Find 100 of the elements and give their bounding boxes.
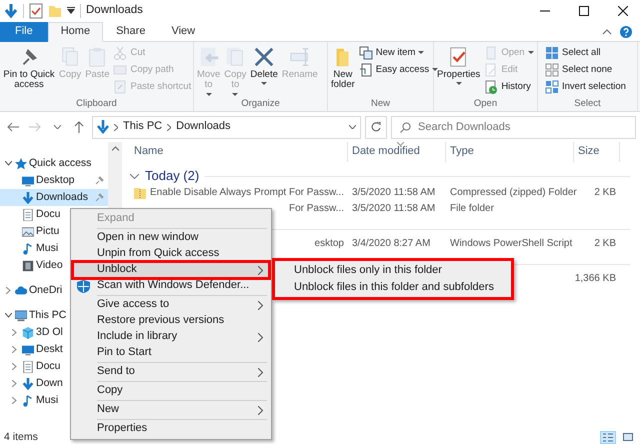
monitor-icon xyxy=(22,174,34,186)
breadcrumb-item[interactable]: This PC xyxy=(123,120,162,134)
menu-item[interactable]: Scan with Windows Defender... xyxy=(73,278,269,294)
music-note-icon xyxy=(22,394,34,406)
download-arrow-icon xyxy=(4,3,18,19)
window-title: Downloads xyxy=(86,4,143,18)
large-icons-view-button[interactable] xyxy=(620,430,636,444)
ribbon-tab[interactable]: View xyxy=(158,22,208,42)
ribbon-button[interactable]: Select all xyxy=(544,45,627,61)
menu-item[interactable]: Give access to xyxy=(73,297,269,313)
monitor-icon xyxy=(22,344,34,356)
collapsed-chevron-icon[interactable] xyxy=(12,363,17,370)
menu-item[interactable]: Unblock files only in this folder xyxy=(276,262,510,279)
cloud-icon xyxy=(15,284,27,296)
menu-item[interactable]: Properties xyxy=(73,421,269,437)
history-icon xyxy=(484,80,498,94)
ribbon-button[interactable]: Select none xyxy=(544,62,627,78)
refresh-button[interactable] xyxy=(365,116,387,138)
caret-icon xyxy=(206,92,212,97)
size-cell: 2 KB xyxy=(594,187,616,199)
date-cell: 3/5/2020 11:58 AM xyxy=(352,187,436,199)
group-header[interactable]: Today (2) xyxy=(145,168,200,184)
ribbon-button[interactable]: Pin to Quick access xyxy=(2,44,56,97)
breadcrumb-item[interactable]: Downloads xyxy=(176,120,231,134)
scroll-up-icon[interactable] xyxy=(112,146,118,151)
folder-icon xyxy=(48,4,62,18)
file-name[interactable]: Enable Disable Always Prompt For Passw... xyxy=(150,187,344,199)
download-arrow-icon xyxy=(22,378,34,390)
ribbon-button[interactable]: New folder xyxy=(330,44,356,97)
file-name[interactable]: esktop xyxy=(314,238,344,250)
collapsed-chevron-icon[interactable] xyxy=(12,397,17,404)
delete-x-icon xyxy=(253,46,276,68)
collapse-caret-icon[interactable] xyxy=(602,28,612,34)
menu-item[interactable]: Unpin from Quick access xyxy=(73,246,269,262)
ribbon-button[interactable]: Invert selection xyxy=(544,79,627,95)
nav-item[interactable]: Downloads xyxy=(0,189,108,206)
invert-selection-icon xyxy=(545,80,559,94)
ribbon-group-label: New xyxy=(370,97,391,110)
caret-icon xyxy=(528,51,534,55)
menu-item[interactable]: Restore previous versions xyxy=(73,313,269,329)
menu-item[interactable]: Open in new window xyxy=(73,230,269,246)
ribbon-group-label: Select xyxy=(573,97,602,110)
collapsed-chevron-icon[interactable] xyxy=(12,346,17,353)
close-icon xyxy=(618,6,628,16)
ribbon-button[interactable]: Delete xyxy=(249,44,279,97)
menu-item[interactable]: Copy xyxy=(73,383,269,399)
document-icon xyxy=(22,360,34,372)
download-arrow-icon xyxy=(97,120,109,134)
ribbon-tab[interactable]: Share xyxy=(103,22,158,42)
menu-item[interactable]: Include in library xyxy=(73,329,269,345)
expanded-chevron-icon[interactable] xyxy=(4,313,12,318)
collapsed-chevron-icon[interactable] xyxy=(12,329,17,336)
item-count: 4 items xyxy=(4,430,38,444)
download-arrow-icon xyxy=(22,192,34,204)
details-view-button[interactable] xyxy=(600,430,616,444)
document-icon xyxy=(22,208,34,220)
caret-icon xyxy=(432,68,438,72)
menu-item[interactable]: Send to xyxy=(73,364,269,380)
search-field[interactable]: Search Downloads xyxy=(391,116,636,138)
collapsed-chevron-icon[interactable] xyxy=(12,380,17,387)
star-icon xyxy=(15,158,27,170)
chevron-down-icon xyxy=(54,125,60,129)
date-cell: 3/5/2020 11:58 AM xyxy=(352,203,436,215)
column-header[interactable]: Date modified xyxy=(348,142,446,162)
expanded-chevron-icon[interactable] xyxy=(4,161,12,166)
open-icon xyxy=(484,46,498,60)
ribbon-group-label: Organize xyxy=(240,97,281,110)
scissors-icon xyxy=(113,46,128,60)
nav-item[interactable]: Desktop xyxy=(0,172,108,189)
maximize-icon xyxy=(579,6,589,16)
forward-arrow-icon xyxy=(29,122,41,132)
menu-item[interactable]: Unblock files in this folder and subfolders xyxy=(276,279,510,296)
chevron-down-icon[interactable] xyxy=(349,125,356,129)
menu-item[interactable]: Pin to Start xyxy=(73,345,269,361)
address-field[interactable]: This PC Downloads xyxy=(92,116,361,138)
collapsed-chevron-icon[interactable] xyxy=(6,287,10,294)
column-header[interactable]: Type xyxy=(446,142,574,162)
column-header[interactable]: Name xyxy=(130,142,348,162)
file-name[interactable]: For Passw... xyxy=(288,203,344,215)
column-header[interactable]: Size xyxy=(574,142,620,162)
easy-access-icon xyxy=(358,63,373,77)
search-icon xyxy=(400,122,411,132)
caret-icon xyxy=(261,82,268,86)
caret-icon[interactable] xyxy=(67,7,75,15)
expanded-chevron-icon[interactable] xyxy=(130,174,139,178)
type-cell: Windows PowerShell Script xyxy=(450,238,572,250)
help-icon[interactable] xyxy=(620,26,632,38)
ribbon-tab[interactable]: File xyxy=(0,22,48,42)
ribbon-button[interactable]: History xyxy=(483,79,535,95)
path-icon xyxy=(113,63,128,77)
chevron-right-icon xyxy=(167,124,172,130)
pin-icon xyxy=(95,193,104,202)
up-arrow-icon xyxy=(74,121,84,133)
nav-item[interactable]: Quick access xyxy=(0,155,108,172)
menu-item[interactable]: Unblock xyxy=(73,262,269,278)
shield-icon xyxy=(77,280,90,292)
type-cell: Compressed (zipped) Folder xyxy=(450,187,577,199)
menu-item[interactable]: New xyxy=(73,402,269,418)
monitor-icon xyxy=(15,310,27,322)
ribbon-tab[interactable]: Home xyxy=(48,22,104,42)
